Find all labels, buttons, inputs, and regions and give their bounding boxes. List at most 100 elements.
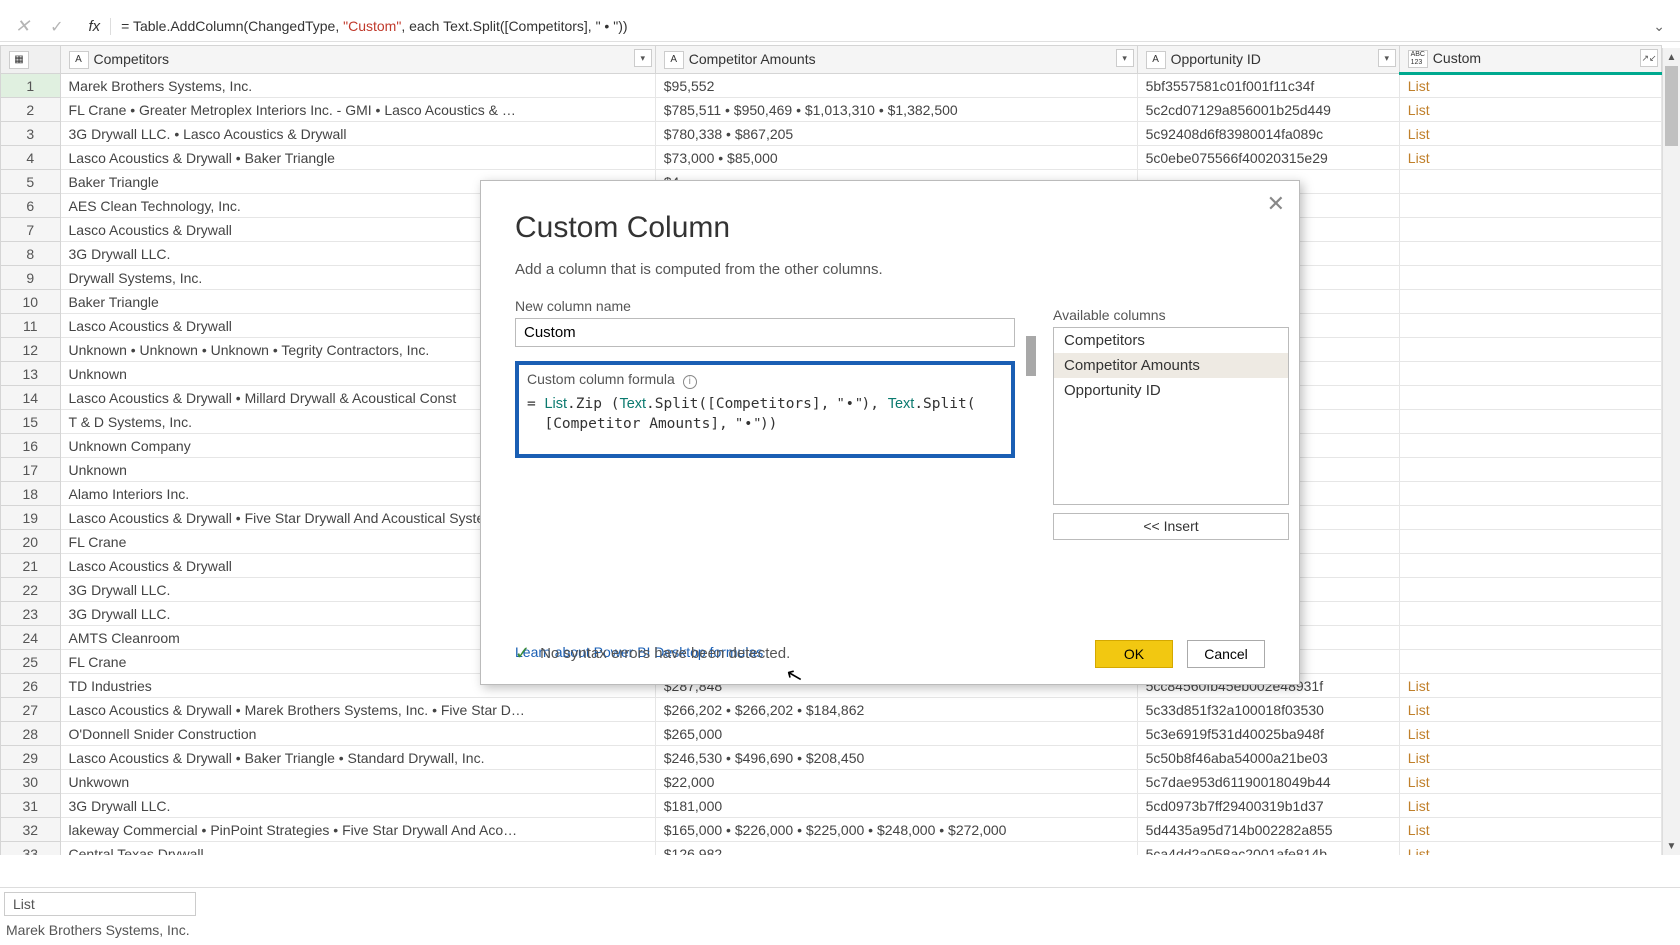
available-column-item[interactable]: Competitor Amounts — [1054, 353, 1288, 378]
cancel-formula-icon[interactable]: ✕ — [10, 16, 35, 37]
cell-custom[interactable] — [1399, 218, 1661, 242]
cell-custom[interactable] — [1399, 650, 1661, 674]
column-expand-icon[interactable]: ↗↙ — [1640, 49, 1658, 67]
cell-custom[interactable] — [1399, 506, 1661, 530]
cell-custom[interactable]: List — [1399, 794, 1661, 818]
row-number[interactable]: 6 — [1, 194, 61, 218]
available-column-item[interactable]: Competitors — [1054, 328, 1288, 353]
row-number[interactable]: 29 — [1, 746, 61, 770]
table-row[interactable]: 33Central Texas Drywall$126,9825ca4dd2a0… — [1, 842, 1662, 855]
table-row[interactable]: 32lakeway Commercial • PinPoint Strategi… — [1, 818, 1662, 842]
cell-competitors[interactable]: lakeway Commercial • PinPoint Strategies… — [60, 818, 655, 842]
cell-custom[interactable] — [1399, 194, 1661, 218]
scroll-up-icon[interactable]: ▲ — [1663, 48, 1680, 66]
insert-button[interactable]: << Insert — [1053, 513, 1289, 540]
cell-amounts[interactable]: $780,338 • $867,205 — [655, 122, 1137, 146]
row-number[interactable]: 11 — [1, 314, 61, 338]
row-number[interactable]: 14 — [1, 386, 61, 410]
row-number[interactable]: 17 — [1, 458, 61, 482]
accept-formula-icon[interactable]: ✓ — [45, 17, 68, 37]
row-number[interactable]: 3 — [1, 122, 61, 146]
info-icon[interactable]: i — [683, 375, 697, 389]
table-row[interactable]: 313G Drywall LLC.$181,0005cd0973b7ff2940… — [1, 794, 1662, 818]
cell-amounts[interactable]: $165,000 • $226,000 • $225,000 • $248,00… — [655, 818, 1137, 842]
cell-custom[interactable]: List — [1399, 722, 1661, 746]
cell-custom[interactable]: List — [1399, 98, 1661, 122]
cell-competitors[interactable]: Lasco Acoustics & Drywall • Baker Triang… — [60, 146, 655, 170]
row-number[interactable]: 9 — [1, 266, 61, 290]
fx-icon[interactable]: fx — [79, 18, 112, 35]
table-row[interactable]: 30Unkwown$22,0005c7dae953d61190018049b44… — [1, 770, 1662, 794]
cell-amounts[interactable]: $265,000 — [655, 722, 1137, 746]
row-number[interactable]: 1 — [1, 74, 61, 98]
column-header-amounts[interactable]: ACompetitor Amounts▾ — [655, 46, 1137, 74]
row-number[interactable]: 23 — [1, 602, 61, 626]
cell-custom[interactable] — [1399, 170, 1661, 194]
cell-custom[interactable]: List — [1399, 770, 1661, 794]
ok-button[interactable]: OK — [1095, 640, 1173, 668]
row-number[interactable]: 5 — [1, 170, 61, 194]
cell-amounts[interactable]: $785,511 • $950,469 • $1,013,310 • $1,38… — [655, 98, 1137, 122]
cell-custom[interactable] — [1399, 530, 1661, 554]
row-number[interactable]: 32 — [1, 818, 61, 842]
cell-custom[interactable] — [1399, 554, 1661, 578]
cell-competitors[interactable]: Marek Brothers Systems, Inc. — [60, 74, 655, 98]
cell-custom[interactable] — [1399, 386, 1661, 410]
cell-custom[interactable] — [1399, 314, 1661, 338]
cell-custom[interactable] — [1399, 602, 1661, 626]
cell-custom[interactable] — [1399, 242, 1661, 266]
scroll-down-icon[interactable]: ▼ — [1663, 837, 1680, 855]
row-number[interactable]: 24 — [1, 626, 61, 650]
cell-amounts[interactable]: $73,000 • $85,000 — [655, 146, 1137, 170]
available-column-item[interactable]: Opportunity ID — [1054, 378, 1288, 403]
cell-custom[interactable]: List — [1399, 146, 1661, 170]
vertical-scrollbar[interactable]: ▲ ▼ — [1662, 48, 1680, 855]
formula-text[interactable]: = List.Zip (Text.Split([Competitors], " … — [527, 395, 1003, 434]
custom-column-formula-box[interactable]: Custom column formula i = List.Zip (Text… — [515, 361, 1015, 458]
table-row[interactable]: 1Marek Brothers Systems, Inc.$95,5525bf3… — [1, 74, 1662, 98]
cell-oppid[interactable]: 5d4435a95d714b002282a855 — [1137, 818, 1399, 842]
cell-competitors[interactable]: Lasco Acoustics & Drywall • Marek Brothe… — [60, 698, 655, 722]
close-icon[interactable]: ✕ — [1267, 191, 1285, 217]
cancel-button[interactable]: Cancel — [1187, 640, 1265, 668]
cell-custom[interactable] — [1399, 338, 1661, 362]
row-number[interactable]: 20 — [1, 530, 61, 554]
column-dropdown-icon[interactable]: ▾ — [1116, 49, 1134, 67]
cell-oppid[interactable]: 5bf3557581c01f001f11c34f — [1137, 74, 1399, 98]
row-number[interactable]: 22 — [1, 578, 61, 602]
cell-amounts[interactable]: $181,000 — [655, 794, 1137, 818]
cell-oppid[interactable]: 5cd0973b7ff29400319b1d37 — [1137, 794, 1399, 818]
row-number[interactable]: 21 — [1, 554, 61, 578]
cell-custom[interactable]: List — [1399, 818, 1661, 842]
table-row[interactable]: 2FL Crane • Greater Metroplex Interiors … — [1, 98, 1662, 122]
table-row[interactable]: 28O'Donnell Snider Construction$265,0005… — [1, 722, 1662, 746]
cell-competitors[interactable]: O'Donnell Snider Construction — [60, 722, 655, 746]
cell-oppid[interactable]: 5c2cd07129a856001b25d449 — [1137, 98, 1399, 122]
row-number[interactable]: 31 — [1, 794, 61, 818]
cell-custom[interactable] — [1399, 410, 1661, 434]
table-row[interactable]: 33G Drywall LLC. • Lasco Acoustics & Dry… — [1, 122, 1662, 146]
cell-custom[interactable]: List — [1399, 842, 1661, 855]
cell-amounts[interactable]: $126,982 — [655, 842, 1137, 855]
column-dropdown-icon[interactable]: ▾ — [1378, 49, 1396, 67]
cell-competitors[interactable]: 3G Drywall LLC. — [60, 794, 655, 818]
cell-amounts[interactable]: $246,530 • $496,690 • $208,450 — [655, 746, 1137, 770]
expand-formula-icon[interactable]: ⌄ — [1648, 18, 1670, 35]
cell-custom[interactable] — [1399, 626, 1661, 650]
cell-custom[interactable] — [1399, 266, 1661, 290]
cell-custom[interactable]: List — [1399, 122, 1661, 146]
cell-custom[interactable] — [1399, 458, 1661, 482]
row-number[interactable]: 2 — [1, 98, 61, 122]
row-number[interactable]: 4 — [1, 146, 61, 170]
cell-competitors[interactable]: FL Crane • Greater Metroplex Interiors I… — [60, 98, 655, 122]
column-header-custom[interactable]: ABC123Custom↗↙ — [1399, 46, 1661, 74]
cell-oppid[interactable]: 5c7dae953d61190018049b44 — [1137, 770, 1399, 794]
cell-oppid[interactable]: 5c33d851f32a100018f03530 — [1137, 698, 1399, 722]
row-number[interactable]: 8 — [1, 242, 61, 266]
cell-custom[interactable] — [1399, 362, 1661, 386]
row-number[interactable]: 12 — [1, 338, 61, 362]
cell-competitors[interactable]: Lasco Acoustics & Drywall • Baker Triang… — [60, 746, 655, 770]
column-dropdown-icon[interactable]: ▾ — [634, 49, 652, 67]
row-number[interactable]: 25 — [1, 650, 61, 674]
row-number[interactable]: 27 — [1, 698, 61, 722]
